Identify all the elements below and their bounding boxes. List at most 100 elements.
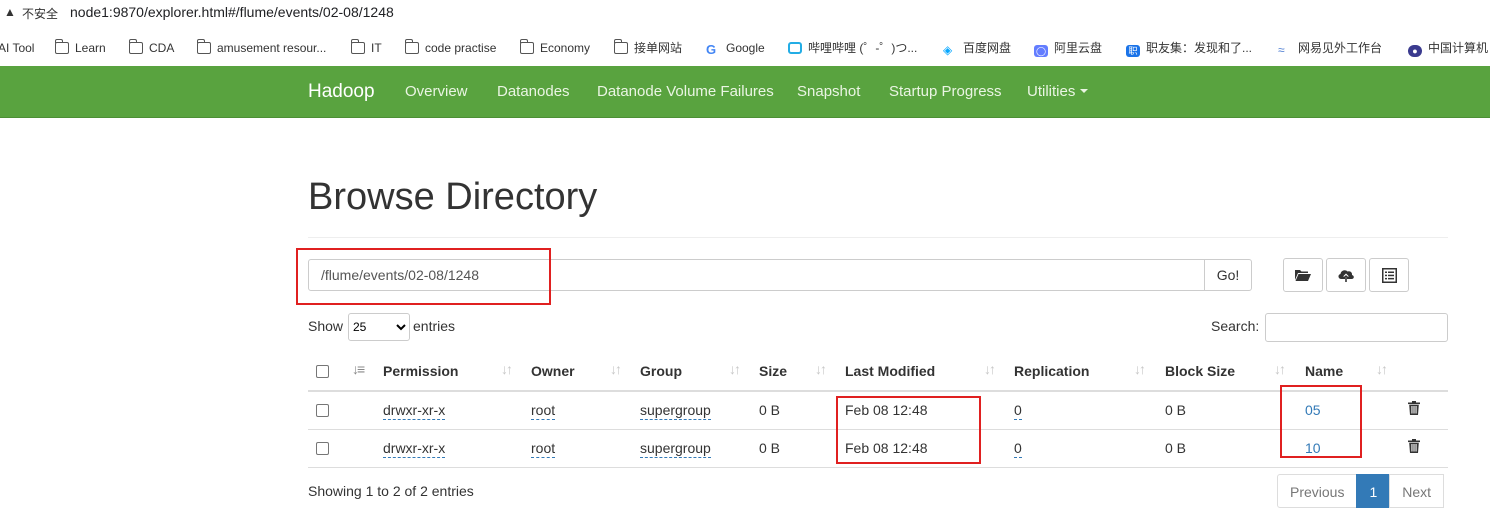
previous-page-button[interactable]: Previous [1277, 474, 1358, 508]
caret-down-icon [1080, 89, 1089, 93]
folder-icon [350, 39, 365, 54]
insecure-label: 不安全 [22, 7, 59, 21]
replication-cell[interactable]: 0 [1014, 402, 1022, 420]
current-page-button[interactable]: 1 [1356, 474, 1391, 508]
bookmark-jiedan[interactable]: 接单网站 [613, 39, 682, 57]
bookmark-baidu-pan[interactable]: ◈ 百度网盘 [943, 39, 1011, 57]
folder-icon [613, 39, 628, 54]
show-label: Show [308, 318, 344, 334]
folder-icon [404, 39, 419, 54]
baidu-pan-icon: ◈ [943, 43, 953, 57]
search-label: Search: [1211, 318, 1260, 334]
search-input[interactable] [1265, 313, 1448, 342]
folder-icon [196, 39, 211, 54]
nav-datanodes[interactable]: Datanodes [497, 66, 570, 118]
owner-cell[interactable]: root [531, 402, 556, 420]
cut-paste-button[interactable] [1369, 258, 1409, 292]
permission-cell[interactable]: drwxr-xr-x [383, 440, 446, 458]
bookmark-zhiyouji[interactable]: 职职友集：发现和了... [1126, 39, 1252, 57]
header-group[interactable]: Group [640, 363, 682, 379]
header-size[interactable]: Size [759, 363, 787, 379]
header-permission[interactable]: Permission [383, 363, 458, 379]
permission-cell[interactable]: drwxr-xr-x [383, 402, 446, 420]
bookmark-google[interactable]: G Google [706, 39, 765, 57]
nav-volume-failures[interactable]: Datanode Volume Failures [597, 66, 774, 118]
bookmark-netease[interactable]: ≈ 网易见外工作台 [1278, 39, 1382, 57]
navbar: Hadoop Overview Datanodes Datanode Volum… [0, 66, 1490, 118]
bookmark-bilibili[interactable]: 哔哩哔哩 (゜-゜)つ... [788, 39, 917, 57]
bookmark-ccf[interactable]: ● 中国计算机 [1408, 39, 1488, 57]
replication-cell[interactable]: 0 [1014, 440, 1022, 458]
nav-startup-progress[interactable]: Startup Progress [889, 66, 1002, 118]
pagination: Previous 1 Next [1277, 474, 1445, 508]
go-button[interactable]: Go! [1204, 259, 1252, 291]
sort-icon[interactable]: ↓↑ [1274, 361, 1286, 377]
row-checkbox[interactable] [316, 404, 329, 417]
sort-icon[interactable]: ↓↑ [501, 361, 513, 377]
sort-desc-icon[interactable]: ↓≡ [352, 361, 365, 377]
bookmark-amusement[interactable]: amusement resour... [196, 39, 326, 57]
bookmark-economy[interactable]: Economy [519, 39, 590, 57]
next-page-button[interactable]: Next [1389, 474, 1445, 508]
page-size-select[interactable]: 25 [348, 313, 410, 341]
netease-icon: ≈ [1278, 43, 1285, 57]
google-icon: G [706, 42, 717, 57]
trash-icon[interactable] [1408, 401, 1420, 415]
header-last-modified[interactable]: Last Modified [845, 363, 935, 379]
bookmark-it[interactable]: IT [350, 39, 382, 57]
folder-icon [54, 39, 69, 54]
owner-cell[interactable]: root [531, 440, 556, 458]
select-all-checkbox[interactable] [316, 365, 329, 378]
list-alt-icon [1381, 267, 1397, 283]
bilibili-icon [788, 42, 802, 54]
nav-utilities[interactable]: Utilities [1027, 66, 1089, 118]
divider [308, 237, 1448, 238]
bookmark-ai-tool[interactable]: AI Tool [0, 39, 34, 57]
annotation-box-path [296, 248, 551, 305]
sort-icon[interactable]: ↓↑ [610, 361, 622, 377]
sort-icon[interactable]: ↓↑ [1134, 361, 1146, 377]
block-size-cell: 0 B [1165, 402, 1187, 418]
brand-hadoop[interactable]: Hadoop [308, 66, 375, 118]
nav-snapshot[interactable]: Snapshot [797, 66, 860, 118]
sort-icon[interactable]: ↓↑ [1376, 361, 1388, 377]
bookmark-learn[interactable]: Learn [54, 39, 106, 57]
ccf-icon: ● [1408, 45, 1422, 57]
size-cell: 0 B [759, 402, 781, 418]
sort-icon[interactable]: ↓↑ [815, 361, 827, 377]
group-cell[interactable]: supergroup [640, 402, 711, 420]
group-cell[interactable]: supergroup [640, 440, 711, 458]
bookmark-code-practise[interactable]: code practise [404, 39, 496, 57]
block-size-cell: 0 B [1165, 440, 1187, 456]
page-title: Browse Directory [308, 176, 598, 218]
row-checkbox[interactable] [316, 442, 329, 455]
annotation-box-modified [836, 396, 981, 464]
header-replication[interactable]: Replication [1014, 363, 1089, 379]
aliyun-drive-icon: ◯ [1034, 45, 1048, 57]
header-owner[interactable]: Owner [531, 363, 575, 379]
folder-icon [519, 39, 534, 54]
header-name[interactable]: Name [1305, 363, 1343, 379]
size-cell: 0 B [759, 440, 781, 456]
bookmarks-bar: AI Tool Learn CDA amusement resour... IT… [0, 32, 1490, 64]
bookmark-aliyun-drive[interactable]: ◯ 阿里云盘 [1034, 39, 1102, 57]
annotation-box-name [1280, 385, 1362, 458]
bookmark-cda[interactable]: CDA [128, 39, 174, 57]
address-bar[interactable]: ▲ 不安全 node1:9870/explorer.html#/flume/ev… [0, 0, 1490, 28]
header-block-size[interactable]: Block Size [1165, 363, 1235, 379]
zhiyouji-icon: 职 [1126, 45, 1140, 57]
sort-icon[interactable]: ↓↑ [984, 361, 996, 377]
entries-label: entries [413, 318, 456, 334]
cloud-upload-icon [1338, 269, 1354, 282]
create-directory-button[interactable] [1283, 258, 1323, 292]
nav-overview[interactable]: Overview [405, 66, 468, 118]
table-header: ↓≡ Permission ↓↑ Owner ↓↑ Group ↓↑ Size … [308, 352, 1448, 392]
warning-icon: ▲ [4, 5, 16, 19]
folder-open-icon [1295, 270, 1311, 281]
upload-button[interactable] [1326, 258, 1366, 292]
trash-icon[interactable] [1408, 439, 1420, 453]
table-info: Showing 1 to 2 of 2 entries [308, 483, 474, 499]
url-text[interactable]: node1:9870/explorer.html#/flume/events/0… [70, 4, 394, 20]
sort-icon[interactable]: ↓↑ [729, 361, 741, 377]
folder-icon [128, 39, 143, 54]
